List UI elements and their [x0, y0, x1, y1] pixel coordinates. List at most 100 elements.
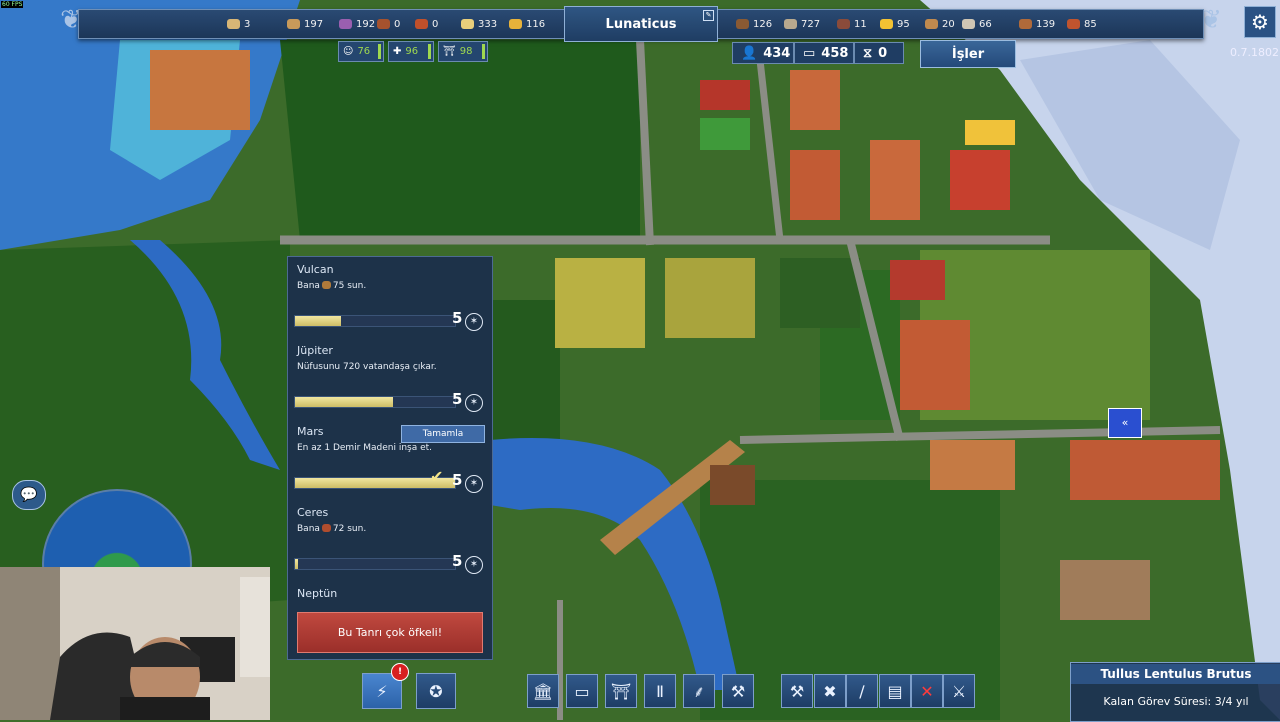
fish-icon — [415, 19, 428, 29]
cheese-icon — [509, 19, 522, 29]
resource-value: 333 — [478, 18, 498, 30]
resource-marble[interactable]: 66 — [962, 10, 992, 38]
resource-gold[interactable]: 95 — [880, 10, 910, 38]
resource-value: 0 — [432, 18, 439, 30]
resource-value: 11 — [854, 18, 867, 30]
sword-button[interactable]: ⚔ — [943, 674, 975, 708]
housing-stat[interactable]: ▭ 458 — [794, 42, 854, 64]
quest-title: Tullus Lentulus Brutus — [1071, 664, 1280, 684]
jobs-button[interactable]: İşler — [920, 40, 1016, 68]
building-icon: 🏛 — [532, 681, 554, 701]
resource-value: 727 — [801, 18, 821, 30]
resource-value: 197 — [304, 18, 324, 30]
grapes-icon — [339, 19, 352, 29]
quest-panel[interactable]: Tullus Lentulus Brutus Kalan Görev Süres… — [1070, 662, 1280, 722]
road-button[interactable]: ∕ — [846, 674, 878, 708]
settings-gear-icon[interactable]: ⚙ — [1244, 6, 1276, 38]
marble-icon — [962, 19, 975, 29]
wall-button[interactable]: ▤ — [879, 674, 911, 708]
resource-brick[interactable]: 85 — [1067, 10, 1097, 38]
tools-button[interactable]: ⚒ — [781, 674, 813, 708]
monument-button[interactable]: Ⅱ — [644, 674, 676, 708]
resource-value: 95 — [897, 18, 910, 30]
resource-iron[interactable]: 11 — [837, 10, 867, 38]
temple-button[interactable]: ⛩ — [605, 674, 637, 708]
favor-value: 5 — [452, 471, 463, 489]
resource-crate[interactable]: 20 — [925, 10, 955, 38]
resource-bread[interactable]: 3 — [227, 10, 250, 38]
resource-value: 85 — [1084, 18, 1097, 30]
favor-button[interactable]: ✪ — [416, 673, 456, 709]
checkmark-icon: ✔ — [430, 467, 444, 486]
resource-stone[interactable]: 727 — [784, 10, 820, 38]
farm-button[interactable]: ⸙ — [683, 674, 715, 708]
god-task: En az 1 Demir Madeni inşa et. — [297, 443, 433, 453]
god-task: Bana 75 sun. — [297, 281, 367, 291]
hammer-icon: ⚒ — [730, 681, 746, 701]
health-stat[interactable]: ✚ 96 — [388, 41, 434, 62]
favor-value: 5 — [452, 552, 463, 570]
unit-marker-icon[interactable]: « — [1108, 408, 1142, 438]
resource-grapes[interactable]: 192 — [339, 10, 375, 38]
brick-icon — [1067, 19, 1080, 29]
wall-icon: ▤ — [887, 681, 903, 701]
streamer-image — [0, 567, 270, 720]
demolish-tools-button[interactable]: ✖ — [814, 674, 846, 708]
god-task: Bana 72 sun. — [297, 524, 367, 534]
resource-value: 20 — [942, 18, 955, 30]
god-task: Nüfusunu 720 vatandaşa çıkar. — [297, 362, 437, 372]
delete-button[interactable]: ✕ — [911, 674, 943, 708]
favor-bar — [294, 315, 456, 327]
laurel-star-icon: ✶ — [465, 556, 483, 574]
road-icon: ∕ — [859, 681, 865, 701]
culture-stat[interactable]: ⛩ 98 — [438, 41, 488, 62]
crate-icon — [925, 19, 938, 29]
amphora-icon — [287, 19, 300, 29]
stone-icon — [784, 19, 797, 29]
resource-wood[interactable]: 126 — [736, 10, 772, 38]
god-name: Jüpiter — [297, 344, 333, 357]
housing-button[interactable]: ▭ — [566, 674, 598, 708]
population-stat[interactable]: 👤 434 — [732, 42, 794, 64]
resource-value: 0 — [394, 18, 401, 30]
favor-value: 5 — [452, 309, 463, 327]
angry-god-button[interactable]: Bu Tanrı çok öfkeli! — [297, 612, 483, 653]
health-value: 96 — [405, 46, 419, 57]
happiness-value: 76 — [357, 46, 371, 57]
crossed-hammers-icon: ⚒ — [789, 681, 805, 701]
favor-bar — [294, 558, 456, 570]
lightning-icon: ⚡ — [376, 681, 388, 701]
laurel-star-icon: ✶ — [465, 313, 483, 331]
laurel-star-icon: ✶ — [465, 475, 483, 493]
resource-wheat[interactable]: 333 — [461, 10, 497, 38]
edit-icon[interactable]: ✎ — [703, 10, 714, 21]
population-value: 434 — [763, 45, 791, 61]
resource-log[interactable]: 139 — [1019, 10, 1055, 38]
hourglass-icon: ⧖ — [863, 45, 873, 61]
laurel-star-icon: ✪ — [429, 681, 443, 701]
demolish-icon: ✖ — [823, 681, 837, 701]
city-name-box[interactable]: Lunaticus ✎ — [564, 6, 718, 42]
resource-fish[interactable]: 0 — [415, 10, 438, 38]
resource-amphora[interactable]: 197 — [287, 10, 323, 38]
version-label: 0.7.1802 — [1230, 46, 1279, 59]
temple-icon: ⛩ — [610, 681, 632, 701]
sword-icon: ⚔ — [951, 681, 967, 701]
complete-button[interactable]: Tamamla — [401, 425, 485, 443]
happiness-stat[interactable]: ☺ 76 — [338, 41, 384, 62]
resource-value: 3 — [244, 18, 251, 30]
resource-cheese[interactable]: 116 — [509, 10, 545, 38]
civic-button[interactable]: 🏛 — [527, 674, 559, 708]
meat-icon — [377, 19, 390, 29]
god-name: Neptün — [297, 587, 338, 600]
idle-value: 0 — [878, 45, 888, 61]
industry-button[interactable]: ⚒ — [722, 674, 754, 708]
chat-icon[interactable]: 💬 — [12, 480, 46, 510]
notification-badge: ! — [391, 663, 409, 681]
wheat-icon: ⸙ — [692, 682, 705, 701]
idle-stat[interactable]: ⧖ 0 — [854, 42, 904, 64]
wood-icon — [736, 19, 749, 29]
resource-value: 66 — [979, 18, 992, 30]
resource-meat[interactable]: 0 — [377, 10, 400, 38]
gold-icon — [880, 19, 893, 29]
